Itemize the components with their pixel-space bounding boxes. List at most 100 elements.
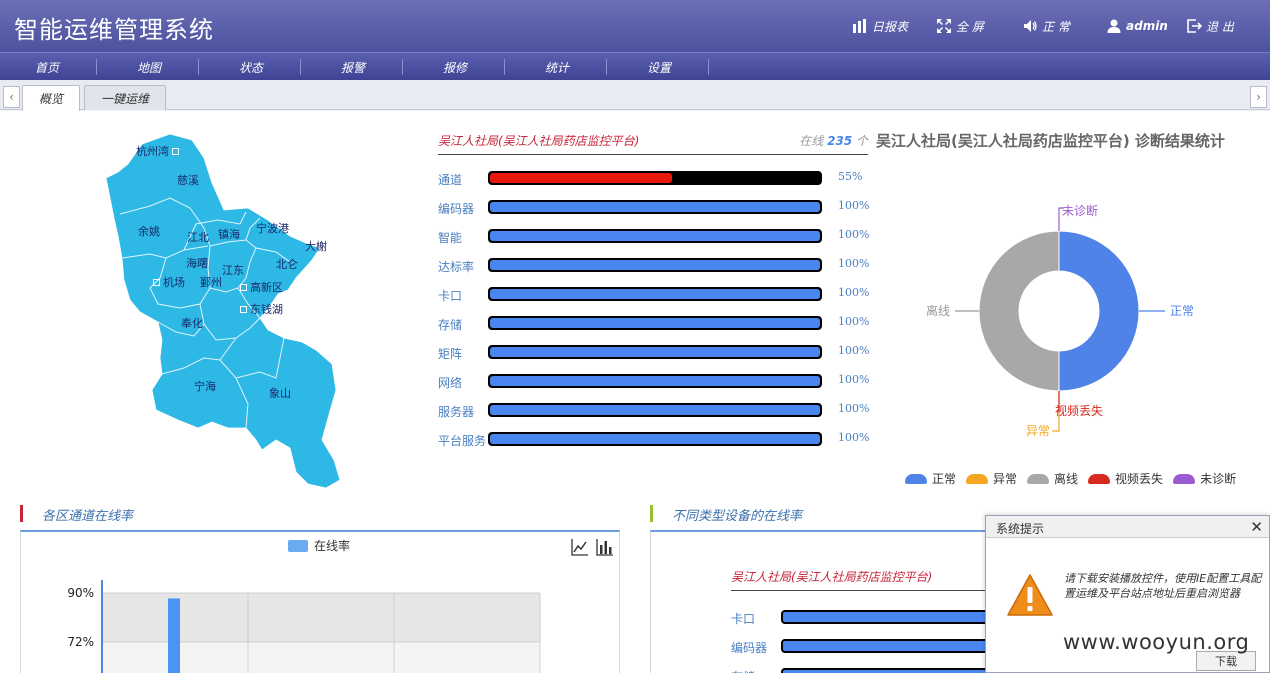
bar-chart-toggle-icon[interactable] (595, 537, 615, 557)
logout-icon (1187, 19, 1202, 33)
main-nav: 首页 地图 状态 报警 报修 统计 设置 (0, 52, 1270, 80)
online-count: 在线 235 个 (799, 132, 868, 149)
donut-title: 吴江人社局(吴江人社局药店监控平台) 诊断结果统计 (876, 132, 1225, 150)
map-label[interactable]: 机场 (153, 274, 185, 290)
region-map (105, 133, 341, 489)
map-label-text: 大榭 (305, 240, 327, 253)
daily-report-button[interactable]: 日报表 (852, 16, 908, 36)
donut-legend-item[interactable]: 未诊断 (1173, 470, 1236, 487)
user-button[interactable]: admin (1106, 16, 1168, 36)
status-bar-row: 卡口 100% (438, 284, 878, 304)
status-bar-track (488, 316, 822, 330)
device-bar-label: 卡口 (731, 612, 756, 626)
status-bar-row: 矩阵 100% (438, 342, 878, 362)
tab-scroll-left-button[interactable]: ‹ (3, 86, 20, 108)
chart-grid-band (102, 642, 540, 673)
sound-button[interactable]: 正 常 (1022, 16, 1070, 36)
bar-chart-icon (853, 19, 866, 33)
app-title: 智能运维管理系统 (14, 16, 214, 44)
chart-legend[interactable]: 在线率 (288, 537, 350, 554)
legend-swatch (1173, 473, 1196, 484)
donut-legend-item[interactable]: 视频丢失 (1088, 470, 1163, 487)
status-bar-percent: 100% (838, 286, 870, 299)
status-bar-fill (490, 289, 820, 299)
donut-legend: 正常 异常 离线 视频丢失 未诊断 (905, 470, 1236, 487)
map-label[interactable]: 大榭 (296, 238, 327, 254)
fullscreen-button[interactable]: 全 屏 (936, 16, 984, 36)
status-bar-label: 矩阵 (438, 347, 463, 361)
legend-swatch (1088, 473, 1111, 484)
map-label[interactable]: 宁波港 (256, 220, 299, 236)
status-bar-fill (490, 318, 820, 328)
map-label[interactable]: 象山 (269, 385, 291, 401)
map-label-text: 宁波港 (256, 222, 289, 235)
tab-one-click-ops[interactable]: 一键运维 (84, 85, 167, 110)
device-panel-divider (731, 590, 991, 591)
device-bar-row: 存储 (731, 665, 1011, 673)
map-marker (292, 224, 299, 232)
nav-separator (198, 59, 199, 75)
donut-legend-item[interactable]: 异常 (966, 470, 1017, 487)
status-bar-label: 存储 (438, 318, 463, 332)
logout-label: 退 出 (1206, 19, 1234, 34)
map-label[interactable]: 江东 (222, 262, 244, 278)
map-marker (296, 243, 302, 249)
status-bar-percent: 100% (838, 373, 870, 386)
status-bar-track (488, 287, 822, 301)
map-label[interactable]: 鄞州 (200, 274, 222, 290)
map-label[interactable]: 宁海 (194, 378, 216, 394)
fullscreen-icon (937, 19, 951, 33)
device-bar-track (781, 610, 1011, 624)
map-label-text: 杭州湾 (136, 145, 169, 158)
district-online-rate-chart: 90% 72% (67, 580, 541, 673)
map-label[interactable]: 镇海 (218, 226, 240, 242)
device-bar-track (781, 639, 1011, 653)
status-bar-label: 通道 (438, 173, 463, 187)
nav-item-statistics[interactable]: 统计 (506, 53, 608, 81)
map-label[interactable]: 东钱湖 (240, 301, 283, 317)
status-bar-label: 达标率 (438, 260, 475, 274)
tab-scroll-right-button[interactable]: › (1250, 86, 1267, 108)
chart-bar[interactable] (168, 598, 180, 673)
daily-report-label: 日报表 (872, 19, 909, 34)
status-bar-row: 智能 100% (438, 226, 878, 246)
device-bar-row: 卡口 (731, 607, 1011, 627)
map-label[interactable]: 北仑 (276, 256, 298, 272)
map-label[interactable]: 慈溪 (177, 172, 199, 188)
nav-separator (300, 59, 301, 75)
nav-item-repair[interactable]: 报修 (404, 53, 506, 81)
map-marker (240, 305, 247, 313)
map-label-text: 余姚 (138, 225, 160, 238)
donut-slice[interactable] (1058, 230, 1140, 392)
nav-item-home[interactable]: 首页 (0, 53, 98, 81)
donut-legend-item[interactable]: 正常 (905, 470, 956, 487)
nav-item-settings[interactable]: 设置 (608, 53, 710, 81)
download-button[interactable]: 下载 (1196, 651, 1256, 671)
tab-overview[interactable]: 概览 (22, 85, 81, 111)
map-label[interactable]: 奉化 (181, 315, 203, 331)
status-bar-track (488, 374, 822, 388)
map-label[interactable]: 江北 (187, 229, 209, 245)
logout-button[interactable]: 退 出 (1186, 16, 1234, 36)
nav-item-status[interactable]: 状态 (200, 53, 302, 81)
nav-item-alarm[interactable]: 报警 (302, 53, 404, 81)
status-bar-fill (490, 405, 820, 415)
map-label-text: 宁海 (194, 380, 216, 393)
map-label[interactable]: 海曙 (186, 255, 208, 271)
line-chart-toggle-icon[interactable] (570, 537, 590, 557)
status-bar-track (488, 432, 822, 446)
section-title-device-online: 不同类型设备的在线率 (650, 505, 802, 524)
diagnosis-donut-chart: 正常异常 离线视频丢失 未诊断 (926, 203, 1194, 438)
nav-item-map[interactable]: 地图 (98, 53, 200, 81)
status-bar-percent: 55% (838, 170, 863, 183)
donut-slice[interactable] (978, 230, 1060, 392)
status-bar-row: 服务器 100% (438, 400, 878, 420)
map-label[interactable]: 高新区 (240, 279, 283, 295)
map-label[interactable]: 余姚 (138, 223, 160, 239)
donut-legend-item[interactable]: 离线 (1027, 470, 1078, 487)
status-bar-label: 智能 (438, 231, 463, 245)
close-icon[interactable]: ✕ (1250, 518, 1263, 536)
chart-grid-band (102, 593, 540, 642)
donut-slice-label: 离线 (926, 303, 950, 318)
map-label[interactable]: 杭州湾 (136, 143, 179, 159)
